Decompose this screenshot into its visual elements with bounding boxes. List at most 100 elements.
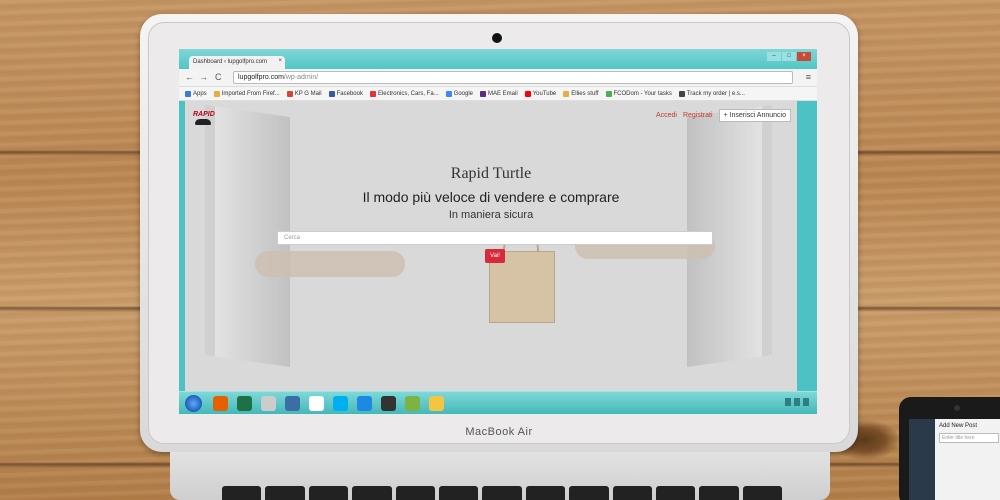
key bbox=[265, 486, 305, 500]
bookmark-label: Track my order | e.s... bbox=[686, 90, 745, 97]
bookmark-label: YouTube bbox=[532, 90, 557, 97]
search-input[interactable]: Cerca bbox=[277, 231, 713, 245]
bookmark-favicon-icon bbox=[185, 90, 191, 97]
bookmark-favicon-icon bbox=[678, 90, 685, 97]
browser-tab[interactable]: Dashboard ‹ lupgolfpro.com × bbox=[189, 56, 285, 69]
bookmark-favicon-icon bbox=[563, 90, 570, 97]
app-icon-4[interactable] bbox=[405, 396, 420, 411]
app-icon[interactable] bbox=[261, 396, 276, 411]
maximize-icon[interactable]: □ bbox=[782, 52, 796, 61]
bookmark-item[interactable]: Track my order | e.s... bbox=[678, 90, 745, 97]
tab-title: Dashboard ‹ lupgolfpro.com bbox=[193, 59, 268, 65]
smartphone: Add New Post Enter title here bbox=[899, 397, 1000, 500]
app-icon-2[interactable] bbox=[357, 396, 372, 411]
firefox-icon[interactable] bbox=[213, 396, 228, 411]
laptop-screen: Dashboard ‹ lupgolfpro.com × – □ × ← → C… bbox=[179, 49, 817, 414]
webcam-icon bbox=[492, 33, 502, 43]
web-page: RAPID Accedi Registrati + Inserisci Annu… bbox=[185, 101, 797, 391]
key bbox=[525, 486, 566, 500]
key bbox=[308, 486, 349, 500]
site-logo[interactable]: RAPID bbox=[193, 111, 215, 118]
turtle-logo-icon bbox=[195, 119, 211, 125]
bookmark-favicon-icon bbox=[445, 90, 452, 97]
left-hand-image bbox=[255, 251, 405, 277]
taskbar bbox=[179, 391, 817, 414]
bookmark-favicon-icon bbox=[480, 90, 487, 97]
browser-titlebar: Dashboard ‹ lupgolfpro.com × – □ × bbox=[179, 49, 817, 69]
bookmark-favicon-icon bbox=[524, 90, 531, 97]
key bbox=[438, 486, 479, 500]
phone-title-input[interactable]: Enter title here bbox=[939, 433, 999, 443]
app-icon-3[interactable] bbox=[381, 396, 396, 411]
start-button-icon[interactable] bbox=[185, 395, 202, 412]
key bbox=[569, 486, 609, 500]
bookmark-label: Apps bbox=[193, 90, 207, 97]
bookmark-item[interactable]: Ellies stuff bbox=[563, 90, 599, 97]
media-icon[interactable] bbox=[285, 396, 300, 411]
excel-icon[interactable] bbox=[237, 396, 252, 411]
header-links: Accedi Registrati + Inserisci Annuncio bbox=[656, 109, 791, 122]
close-window-icon[interactable]: × bbox=[797, 52, 811, 61]
key bbox=[395, 486, 435, 500]
bookmark-item[interactable]: Apps bbox=[185, 90, 207, 97]
bookmarks-bar: Apps Imported From Firef... KP G Mail Faceb… bbox=[179, 87, 817, 101]
phone-camera-icon bbox=[954, 405, 960, 411]
bookmark-item[interactable]: Imported From Firef... bbox=[213, 90, 280, 97]
bookmark-favicon-icon bbox=[328, 90, 335, 97]
hero-subtitle: Il modo più veloce di vendere e comprare bbox=[362, 189, 620, 205]
bookmark-label: MAE Email bbox=[488, 90, 518, 97]
bookmark-label: Ellies stuff bbox=[571, 90, 599, 97]
bookmark-item[interactable]: Electronics, Cars, Fa... bbox=[369, 90, 439, 97]
bookmark-item[interactable]: KP G Mail bbox=[286, 90, 322, 97]
laptop-brand-label: MacBook Air bbox=[465, 426, 533, 438]
bookmark-favicon-icon bbox=[605, 90, 612, 97]
chrome-icon[interactable] bbox=[309, 396, 324, 411]
key bbox=[655, 486, 696, 500]
login-link[interactable]: Accedi bbox=[656, 112, 677, 119]
bookmark-item[interactable]: MAE Email bbox=[480, 90, 518, 97]
back-icon[interactable]: ← bbox=[185, 72, 194, 82]
key bbox=[612, 486, 652, 500]
bookmark-favicon-icon bbox=[286, 90, 293, 97]
tab-close-icon[interactable]: × bbox=[278, 58, 282, 64]
bookmark-favicon-icon bbox=[213, 90, 220, 97]
tray-icon[interactable] bbox=[785, 398, 791, 406]
bookmark-item[interactable]: Google bbox=[445, 90, 473, 97]
folder-icon[interactable] bbox=[429, 396, 444, 411]
menu-icon[interactable]: ≡ bbox=[806, 72, 811, 82]
skype-icon[interactable] bbox=[333, 396, 348, 411]
tray-icon[interactable] bbox=[794, 398, 800, 406]
url-host: lupgolfpro.com bbox=[238, 74, 284, 81]
bookmark-label: Electronics, Cars, Fa... bbox=[377, 90, 439, 97]
bookmark-label: KP G Mail bbox=[294, 90, 322, 97]
minimize-icon[interactable]: – bbox=[767, 52, 781, 61]
window-controls: – □ × bbox=[767, 52, 811, 61]
key bbox=[222, 486, 262, 500]
key bbox=[742, 486, 783, 500]
key bbox=[482, 486, 522, 500]
register-link[interactable]: Registrati bbox=[683, 112, 713, 119]
address-bar[interactable]: lupgolfpro.com/wp-admin/ bbox=[233, 71, 793, 84]
bookmark-item[interactable]: FCODom - Your tasks bbox=[605, 90, 672, 97]
bookmark-label: Imported From Firef... bbox=[221, 90, 280, 97]
forward-icon[interactable]: → bbox=[199, 72, 208, 82]
hero-title: Rapid Turtle bbox=[450, 165, 532, 182]
keyboard bbox=[222, 486, 783, 500]
bookmark-item[interactable]: YouTube bbox=[524, 90, 557, 97]
key bbox=[352, 486, 392, 500]
phone-page-title: Add New Post bbox=[939, 423, 978, 429]
hero-tagline: In maniera sicura bbox=[448, 209, 534, 221]
insert-listing-button[interactable]: + Inserisci Annuncio bbox=[718, 109, 791, 122]
bookmark-favicon-icon bbox=[369, 90, 376, 97]
bookmark-label: Facebook bbox=[336, 90, 363, 97]
tray-icon[interactable] bbox=[803, 398, 809, 406]
bookmark-label: FCODom - Your tasks bbox=[613, 90, 672, 97]
search-go-button[interactable]: Vai! bbox=[485, 249, 505, 263]
phone-screen: Add New Post Enter title here bbox=[909, 419, 1000, 500]
system-tray bbox=[785, 398, 809, 406]
key bbox=[699, 486, 739, 500]
url-path: /wp-admin/ bbox=[283, 74, 319, 81]
browser-toolbar: ← → C lupgolfpro.com/wp-admin/ ≡ bbox=[179, 69, 817, 87]
reload-icon[interactable]: C bbox=[215, 72, 222, 82]
bookmark-item[interactable]: Facebook bbox=[328, 90, 363, 97]
